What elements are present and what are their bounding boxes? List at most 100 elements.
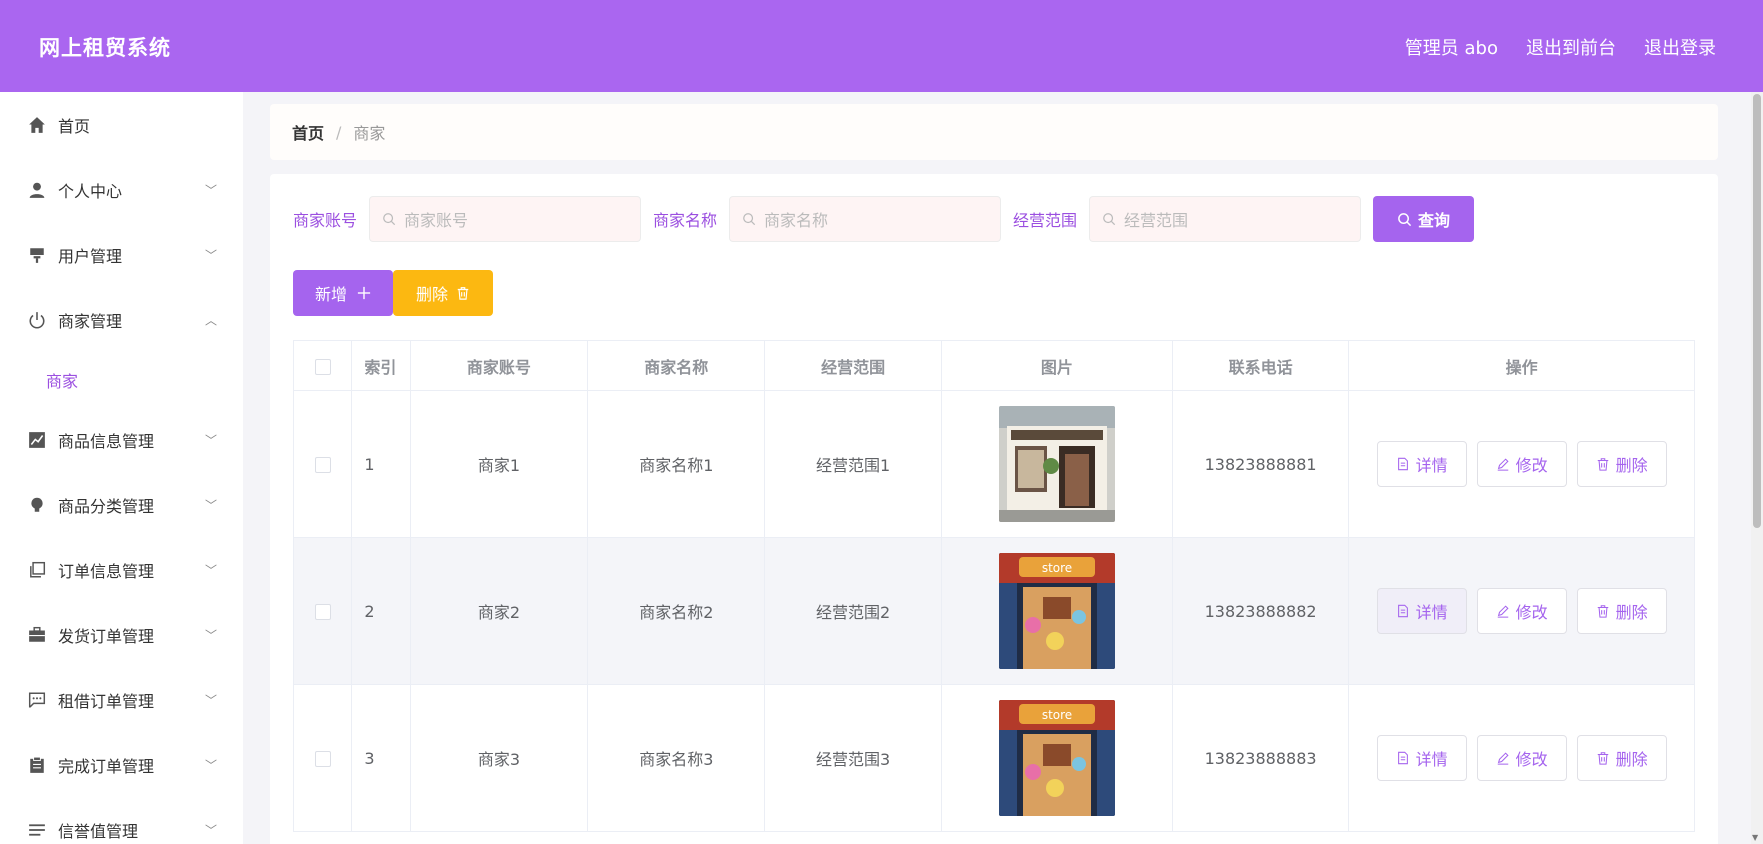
edit-label: 修改 <box>1515 603 1548 622</box>
search-icon <box>1103 213 1116 226</box>
cell-account: 商家1 <box>409 390 589 538</box>
home-icon <box>28 116 46 134</box>
users-icon <box>28 246 46 264</box>
copy-icon <box>28 561 46 579</box>
sidebar-item-personal-center[interactable]: 个人中心 ﹀ <box>0 157 243 222</box>
row-checkbox[interactable] <box>314 751 331 767</box>
merchant-name-label: 商家名称 <box>653 211 718 230</box>
row-checkbox[interactable] <box>314 604 331 620</box>
sidebar-item-reputation[interactable]: 信誉值管理 ﹀ <box>0 797 243 844</box>
storefront-image[interactable] <box>998 406 1115 522</box>
column-header-name: 商家名称 <box>587 340 766 391</box>
cell-image <box>940 390 1173 538</box>
column-header-scope: 经营范围 <box>764 340 942 391</box>
chevron-down-icon: ﹀ <box>204 183 217 197</box>
sidebar-item-home[interactable]: 首页 <box>0 92 243 157</box>
add-button-label: 新增 <box>314 285 347 304</box>
delete-button[interactable]: 删除 <box>1576 441 1667 487</box>
cell-account: 商家3 <box>409 684 589 832</box>
chevron-down-icon: ﹀ <box>204 433 217 447</box>
column-header-index: 索引 <box>351 340 411 391</box>
svg-text:store: store <box>1042 708 1072 722</box>
delete-button[interactable]: 删除 <box>1576 735 1667 781</box>
cell-scope: 经营范围2 <box>764 537 942 685</box>
sidebar-item-completed-orders[interactable]: 完成订单管理 ﹀ <box>0 732 243 797</box>
edit-button[interactable]: 修改 <box>1476 588 1567 634</box>
clipboard-icon <box>28 756 46 774</box>
sidebar-item-user-management[interactable]: 用户管理 ﹀ <box>0 222 243 287</box>
cell-index: 3 <box>351 684 411 832</box>
merchant-name-input[interactable]: 商家名称 <box>729 196 1002 242</box>
batch-delete-button[interactable]: 删除 <box>393 270 493 316</box>
edit-button[interactable]: 修改 <box>1476 441 1567 487</box>
select-all-cell <box>292 340 353 391</box>
row-checkbox[interactable] <box>314 457 331 473</box>
chevron-up-icon: ︿ <box>204 313 217 327</box>
edit-icon <box>1497 458 1509 471</box>
cell-phone: 13823888883 <box>1171 684 1350 832</box>
top-nav: 管理员 abo 退出到前台 退出登录 <box>1405 34 1716 60</box>
storefront-image[interactable]: store <box>998 700 1115 816</box>
table-header-row: 索引 商家账号 商家名称 经营范围 图片 联系电话 操作 <box>292 340 1695 391</box>
cell-image: store <box>940 684 1173 832</box>
breadcrumb-home[interactable]: 首页 <box>292 120 324 144</box>
sidebar: 首页 个人中心 ﹀ 用户管理 ﹀ 商家管理 ︿ 商家 商品信息管理 ﹀ 商品分类… <box>0 92 243 844</box>
content-panel: 商家账号 商家账号 商家名称 商家名称 经营范围 经营范围 查询 新增 删除 索… <box>270 174 1718 844</box>
page-scrollbar[interactable]: ▼ <box>1751 92 1763 844</box>
cell-account: 商家2 <box>409 537 589 685</box>
add-button[interactable]: 新增 <box>293 270 393 316</box>
edit-button[interactable]: 修改 <box>1476 735 1567 781</box>
column-header-account: 商家账号 <box>409 340 589 391</box>
admin-user-link[interactable]: 管理员 abo <box>1405 34 1498 60</box>
main-content: 首页 / 商家 商家账号 商家账号 商家名称 商家名称 经营范围 经营范围 查询 <box>243 92 1763 844</box>
scroll-down-arrow-icon[interactable]: ▼ <box>1752 833 1758 842</box>
sidebar-item-label: 信誉值管理 <box>58 821 139 841</box>
merchant-account-placeholder: 商家账号 <box>404 211 469 230</box>
search-icon <box>1398 212 1412 226</box>
batch-delete-label: 删除 <box>415 285 448 304</box>
logout-link[interactable]: 退出登录 <box>1644 34 1716 60</box>
detail-button[interactable]: 详情 <box>1376 588 1467 634</box>
detail-button[interactable]: 详情 <box>1376 441 1467 487</box>
sidebar-item-shipping-orders[interactable]: 发货订单管理 ﹀ <box>0 602 243 667</box>
edit-icon <box>1497 752 1509 765</box>
cell-scope: 经营范围1 <box>764 390 942 538</box>
sidebar-item-label: 个人中心 <box>58 181 123 201</box>
storefront-image[interactable]: store <box>998 553 1115 669</box>
edit-label: 修改 <box>1515 456 1548 475</box>
merchant-name-placeholder: 商家名称 <box>764 211 829 230</box>
merchant-account-input[interactable]: 商家账号 <box>369 196 642 242</box>
select-all-checkbox[interactable] <box>314 358 331 375</box>
chevron-down-icon: ﹀ <box>204 758 217 772</box>
query-button[interactable]: 查询 <box>1373 196 1475 242</box>
scrollbar-thumb[interactable] <box>1753 94 1761 528</box>
sidebar-item-label: 租借订单管理 <box>58 691 155 711</box>
list-icon <box>28 821 46 839</box>
delete-button[interactable]: 删除 <box>1576 588 1667 634</box>
cell-index: 2 <box>351 537 411 685</box>
user-icon <box>28 181 46 199</box>
briefcase-icon <box>28 626 46 644</box>
sidebar-item-order-info[interactable]: 订单信息管理 ﹀ <box>0 537 243 602</box>
exit-to-front-link[interactable]: 退出到前台 <box>1526 34 1616 60</box>
delete-label: 删除 <box>1615 456 1648 475</box>
sidebar-subitem-merchant[interactable]: 商家 <box>0 352 243 407</box>
business-scope-label: 经营范围 <box>1013 211 1078 230</box>
detail-label: 详情 <box>1415 750 1448 769</box>
chart-icon <box>28 431 46 449</box>
app-title: 网上租贸系统 <box>39 36 171 60</box>
sidebar-item-product-category[interactable]: 商品分类管理 ﹀ <box>0 472 243 537</box>
sidebar-item-label: 商家管理 <box>58 311 123 331</box>
sidebar-item-label: 用户管理 <box>58 246 123 266</box>
delete-label: 删除 <box>1615 603 1648 622</box>
detail-button[interactable]: 详情 <box>1376 735 1467 781</box>
business-scope-input[interactable]: 经营范围 <box>1089 196 1362 242</box>
sidebar-item-rental-orders[interactable]: 租借订单管理 ﹀ <box>0 667 243 732</box>
document-icon <box>1397 457 1408 471</box>
table-row: 2 商家2 商家名称2 经营范围2 store 13823888882 详情 修… <box>292 537 1695 685</box>
detail-label: 详情 <box>1415 456 1448 475</box>
sidebar-item-merchant-management[interactable]: 商家管理 ︿ <box>0 287 243 352</box>
chevron-down-icon: ﹀ <box>204 498 217 512</box>
document-icon <box>1397 604 1408 618</box>
sidebar-item-product-info[interactable]: 商品信息管理 ﹀ <box>0 407 243 472</box>
